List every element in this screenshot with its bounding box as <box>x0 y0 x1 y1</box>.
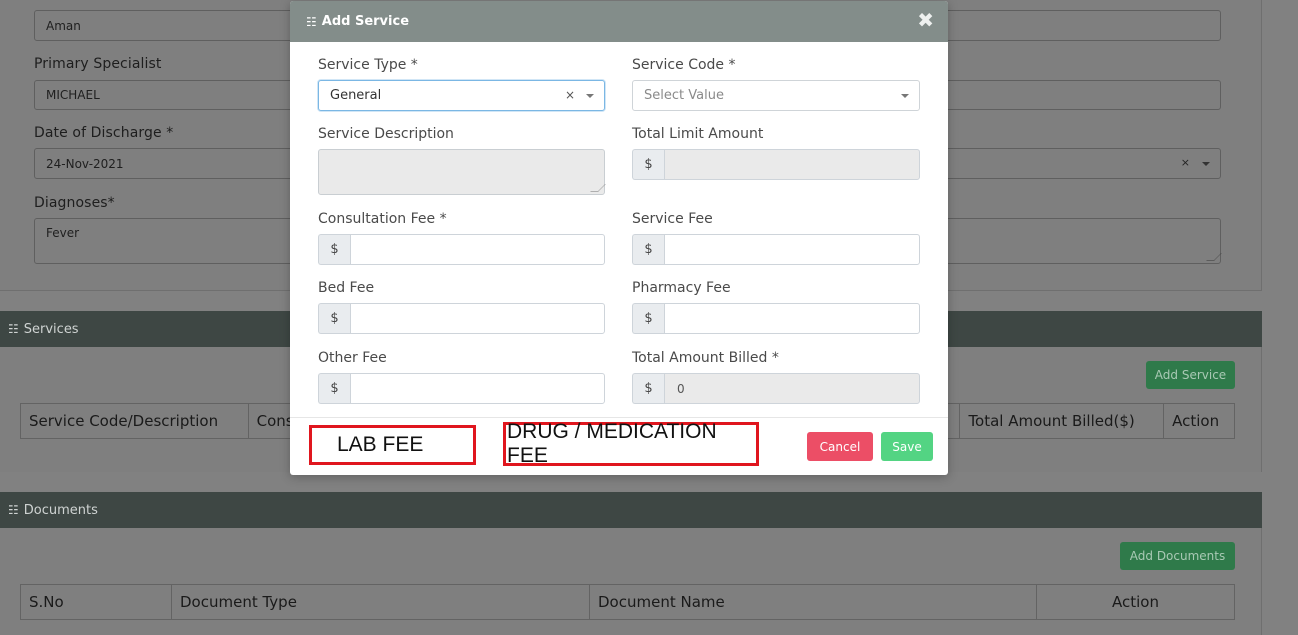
services-title: Services <box>23 321 79 337</box>
service-fee-label: Service Fee <box>632 211 713 227</box>
dollar-addon: $ <box>632 149 664 180</box>
total-limit-amount-label: Total Limit Amount <box>632 126 764 142</box>
service-code-label: Service Code * <box>632 57 736 73</box>
other-fee-input[interactable] <box>350 373 605 404</box>
total-limit-amount-field <box>664 149 920 180</box>
service-description-field[interactable] <box>318 149 606 195</box>
resize-handle[interactable] <box>1206 253 1222 261</box>
service-type-select[interactable]: General × <box>318 80 605 111</box>
list-icon: ☷ <box>8 503 19 517</box>
add-documents-button[interactable]: Add Documents <box>1120 542 1235 570</box>
dollar-addon: $ <box>632 234 664 265</box>
bed-fee-label: Bed Fee <box>318 280 375 296</box>
primary-specialist-label: Primary Specialist <box>34 56 162 72</box>
column-header: Total Amount Billed($) <box>960 404 1165 438</box>
bed-fee-group: $ <box>318 303 605 334</box>
column-header: Document Type <box>172 585 590 619</box>
list-icon: ☷ <box>8 322 19 336</box>
drug-medication-fee-annotation: DRUG / MEDICATION FEE <box>503 420 759 467</box>
modal-title: Add Service <box>321 14 410 29</box>
service-type-label: Service Type * <box>318 57 418 73</box>
other-fee-group: $ <box>318 373 605 404</box>
primary-specialist-value: MICHAEL <box>46 88 100 102</box>
pharmacy-fee-group: $ <box>632 303 920 334</box>
modal-header: ☷ Add Service ✖ <box>290 1 948 42</box>
resize-handle[interactable] <box>590 184 606 192</box>
footer-divider <box>290 417 948 418</box>
total-amount-billed-field: 0 <box>664 373 920 404</box>
service-fee-group: $ <box>632 234 920 265</box>
cancel-button[interactable]: Cancel <box>807 432 873 461</box>
documents-title: Documents <box>23 502 98 518</box>
pharmacy-fee-input[interactable] <box>664 303 920 334</box>
add-service-modal: ☷ Add Service ✖ Service Type * General ×… <box>290 1 948 475</box>
service-code-select[interactable]: Select Value <box>632 80 920 111</box>
lab-fee-annotation: LAB FEE <box>309 425 476 465</box>
other-fee-label: Other Fee <box>318 350 387 366</box>
chevron-down-icon[interactable] <box>1202 162 1210 166</box>
clear-icon[interactable]: × <box>565 88 575 102</box>
discharge-date-label: Date of Discharge * <box>34 125 174 141</box>
service-description-label: Service Description <box>318 126 454 142</box>
column-header: Action <box>1112 593 1159 611</box>
bed-fee-input[interactable] <box>350 303 605 334</box>
chevron-down-icon[interactable] <box>901 94 909 98</box>
column-header: Service Code/Description <box>21 404 249 438</box>
dollar-addon: $ <box>318 303 350 334</box>
dollar-addon: $ <box>318 234 350 265</box>
consultation-fee-input[interactable] <box>350 234 605 265</box>
service-fee-input[interactable] <box>664 234 920 265</box>
name-value: Aman <box>46 18 81 33</box>
dollar-addon: $ <box>632 303 664 334</box>
discharge-date-value: 24-Nov-2021 <box>46 156 124 171</box>
diagnoses-label: Diagnoses* <box>34 195 115 211</box>
add-service-button[interactable]: Add Service <box>1146 361 1235 389</box>
column-header: S.No <box>21 585 172 619</box>
column-header: Action <box>1172 412 1220 430</box>
total-amount-billed-group: $ 0 <box>632 373 920 404</box>
diagnoses-value: Fever <box>46 226 80 240</box>
service-type-value: General <box>330 88 382 103</box>
total-limit-amount-group: $ <box>632 149 920 180</box>
documents-body: Add Documents S.No Document Type Documen… <box>0 528 1262 635</box>
chevron-down-icon[interactable] <box>586 94 594 98</box>
consultation-fee-group: $ <box>318 234 605 265</box>
list-icon: ☷ <box>306 14 317 29</box>
dollar-addon: $ <box>632 373 664 404</box>
consultation-fee-label: Consultation Fee * <box>318 211 447 227</box>
documents-table-header: S.No Document Type Document Name Action <box>20 584 1235 620</box>
close-icon[interactable]: ✖ <box>917 10 934 30</box>
column-header: Document Name <box>590 585 1037 619</box>
clear-icon[interactable]: × <box>1181 156 1190 169</box>
total-amount-billed-label: Total Amount Billed * <box>632 350 779 366</box>
dollar-addon: $ <box>318 373 350 404</box>
pharmacy-fee-label: Pharmacy Fee <box>632 280 731 296</box>
documents-header: ☷ Documents <box>0 492 1262 528</box>
save-button[interactable]: Save <box>881 432 933 461</box>
service-code-placeholder: Select Value <box>644 88 724 103</box>
